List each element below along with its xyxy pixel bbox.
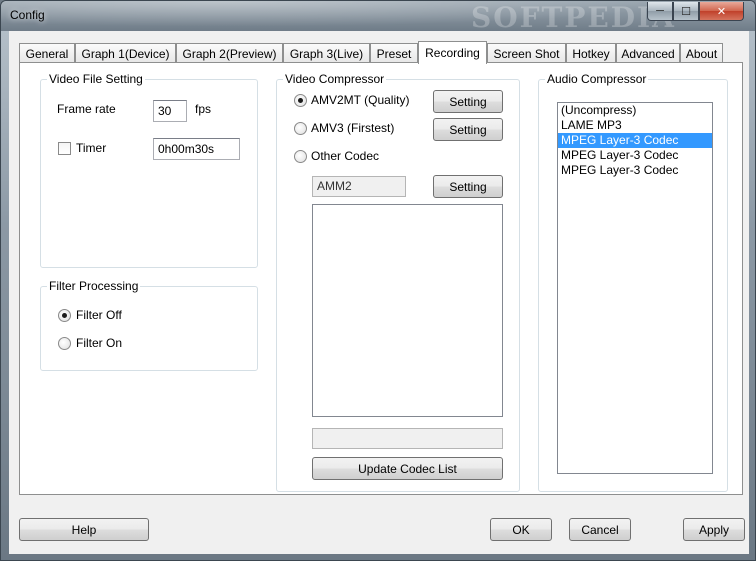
window-title: Config bbox=[10, 8, 45, 22]
recording-tab-page: Video File Setting Frame rate 30 fps Tim… bbox=[19, 62, 743, 495]
tab-about[interactable]: About bbox=[680, 43, 723, 63]
tab-screen-shot[interactable]: Screen Shot bbox=[487, 43, 566, 63]
codec-list[interactable] bbox=[312, 204, 503, 417]
group-title: Filter Processing bbox=[47, 279, 141, 293]
close-button[interactable]: ✕ bbox=[699, 2, 744, 21]
tab-label: Graph 1(Device) bbox=[81, 46, 170, 61]
video-file-setting-group: Video File Setting Frame rate 30 fps Tim… bbox=[40, 72, 258, 268]
amv3-setting-button[interactable]: Setting bbox=[433, 118, 503, 141]
audio-compressor-group: Audio Compressor (Uncompress) LAME MP3 M… bbox=[538, 72, 728, 492]
codec-name-field: AMM2 bbox=[312, 176, 406, 197]
filter-processing-group: Filter Processing Filter Off Filter On bbox=[40, 279, 258, 371]
tab-label: Graph 2(Preview) bbox=[182, 46, 277, 61]
tab-label: Recording bbox=[425, 46, 480, 60]
watermark-logo: SOFTPEDIA bbox=[471, 1, 676, 34]
minimize-button[interactable]: ─ bbox=[647, 2, 673, 21]
tab-graph1-device[interactable]: Graph 1(Device) bbox=[75, 43, 176, 63]
other-codec-setting-button[interactable]: Setting bbox=[433, 175, 503, 198]
fps-label: fps bbox=[195, 102, 212, 116]
tab-general[interactable]: General bbox=[19, 43, 75, 63]
title-bar[interactable]: Config SOFTPEDIA ─ ☐ ✕ bbox=[1, 1, 755, 34]
codec-status-field bbox=[312, 428, 503, 449]
tab-label: About bbox=[685, 46, 718, 61]
ok-button[interactable]: OK bbox=[490, 518, 552, 541]
button-label: Cancel bbox=[581, 522, 619, 537]
list-item[interactable]: LAME MP3 bbox=[558, 118, 712, 133]
config-window: Config SOFTPEDIA ─ ☐ ✕ General Graph 1(D… bbox=[0, 0, 756, 561]
tab-hotkey[interactable]: Hotkey bbox=[566, 43, 616, 63]
close-icon: ✕ bbox=[716, 5, 727, 18]
frame-rate-label: Frame rate bbox=[57, 102, 116, 116]
help-button[interactable]: Help bbox=[19, 518, 149, 541]
list-item[interactable]: (Uncompress) bbox=[558, 103, 712, 118]
tab-label: Hotkey bbox=[572, 46, 610, 61]
button-label: Update Codec List bbox=[358, 461, 457, 476]
minimize-icon: ─ bbox=[656, 5, 664, 17]
button-label: Setting bbox=[449, 122, 487, 137]
tab-graph2-preview[interactable]: Graph 2(Preview) bbox=[176, 43, 283, 63]
amv3-radio[interactable] bbox=[294, 122, 307, 135]
apply-button[interactable]: Apply bbox=[683, 518, 745, 541]
tab-label: General bbox=[25, 46, 69, 61]
other-codec-label: Other Codec bbox=[311, 149, 380, 163]
list-item[interactable]: MPEG Layer-3 Codec bbox=[558, 163, 712, 178]
timer-checkbox[interactable] bbox=[58, 142, 71, 155]
tab-preset[interactable]: Preset bbox=[370, 43, 418, 63]
other-codec-radio[interactable] bbox=[294, 150, 307, 163]
filter-off-radio[interactable] bbox=[58, 309, 71, 322]
tab-advanced[interactable]: Advanced bbox=[616, 43, 680, 63]
tab-recording[interactable]: Recording bbox=[418, 41, 487, 64]
tab-label: Advanced bbox=[621, 46, 675, 61]
amv2mt-label: AMV2MT (Quality) bbox=[311, 93, 410, 107]
filter-on-label: Filter On bbox=[76, 336, 123, 350]
button-label: Setting bbox=[449, 94, 487, 109]
tab-label: Screen Shot bbox=[493, 46, 560, 61]
amv3-label: AMV3 (Firstest) bbox=[311, 121, 395, 135]
filter-on-radio[interactable] bbox=[58, 337, 71, 350]
update-codec-list-button[interactable]: Update Codec List bbox=[312, 457, 503, 480]
tab-label: Graph 3(Live) bbox=[289, 46, 364, 61]
frame-rate-input[interactable]: 30 bbox=[153, 100, 187, 122]
maximize-icon: ☐ bbox=[681, 5, 691, 18]
client-area: General Graph 1(Device) Graph 2(Preview)… bbox=[9, 31, 749, 554]
group-title: Video File Setting bbox=[47, 72, 145, 86]
filter-off-label: Filter Off bbox=[76, 308, 122, 322]
button-label: OK bbox=[512, 522, 530, 537]
tab-graph3-live[interactable]: Graph 3(Live) bbox=[283, 43, 370, 63]
video-compressor-group: Video Compressor AMV2MT (Quality) Settin… bbox=[276, 72, 520, 492]
button-label: Setting bbox=[449, 179, 487, 194]
list-item-selected[interactable]: MPEG Layer-3 Codec bbox=[558, 133, 712, 148]
tab-label: Preset bbox=[376, 46, 412, 61]
list-item[interactable]: MPEG Layer-3 Codec bbox=[558, 148, 712, 163]
group-title: Audio Compressor bbox=[545, 72, 649, 86]
maximize-button[interactable]: ☐ bbox=[673, 2, 699, 21]
group-title: Video Compressor bbox=[283, 72, 387, 86]
cancel-button[interactable]: Cancel bbox=[569, 518, 631, 541]
button-label: Help bbox=[71, 522, 97, 537]
button-label: Apply bbox=[698, 522, 730, 537]
audio-codec-list[interactable]: (Uncompress) LAME MP3 MPEG Layer-3 Codec… bbox=[557, 102, 713, 474]
amv2mt-radio[interactable] bbox=[294, 94, 307, 107]
amv2mt-setting-button[interactable]: Setting bbox=[433, 90, 503, 113]
timer-input[interactable]: 0h00m30s bbox=[153, 138, 240, 160]
timer-label: Timer bbox=[76, 141, 107, 155]
